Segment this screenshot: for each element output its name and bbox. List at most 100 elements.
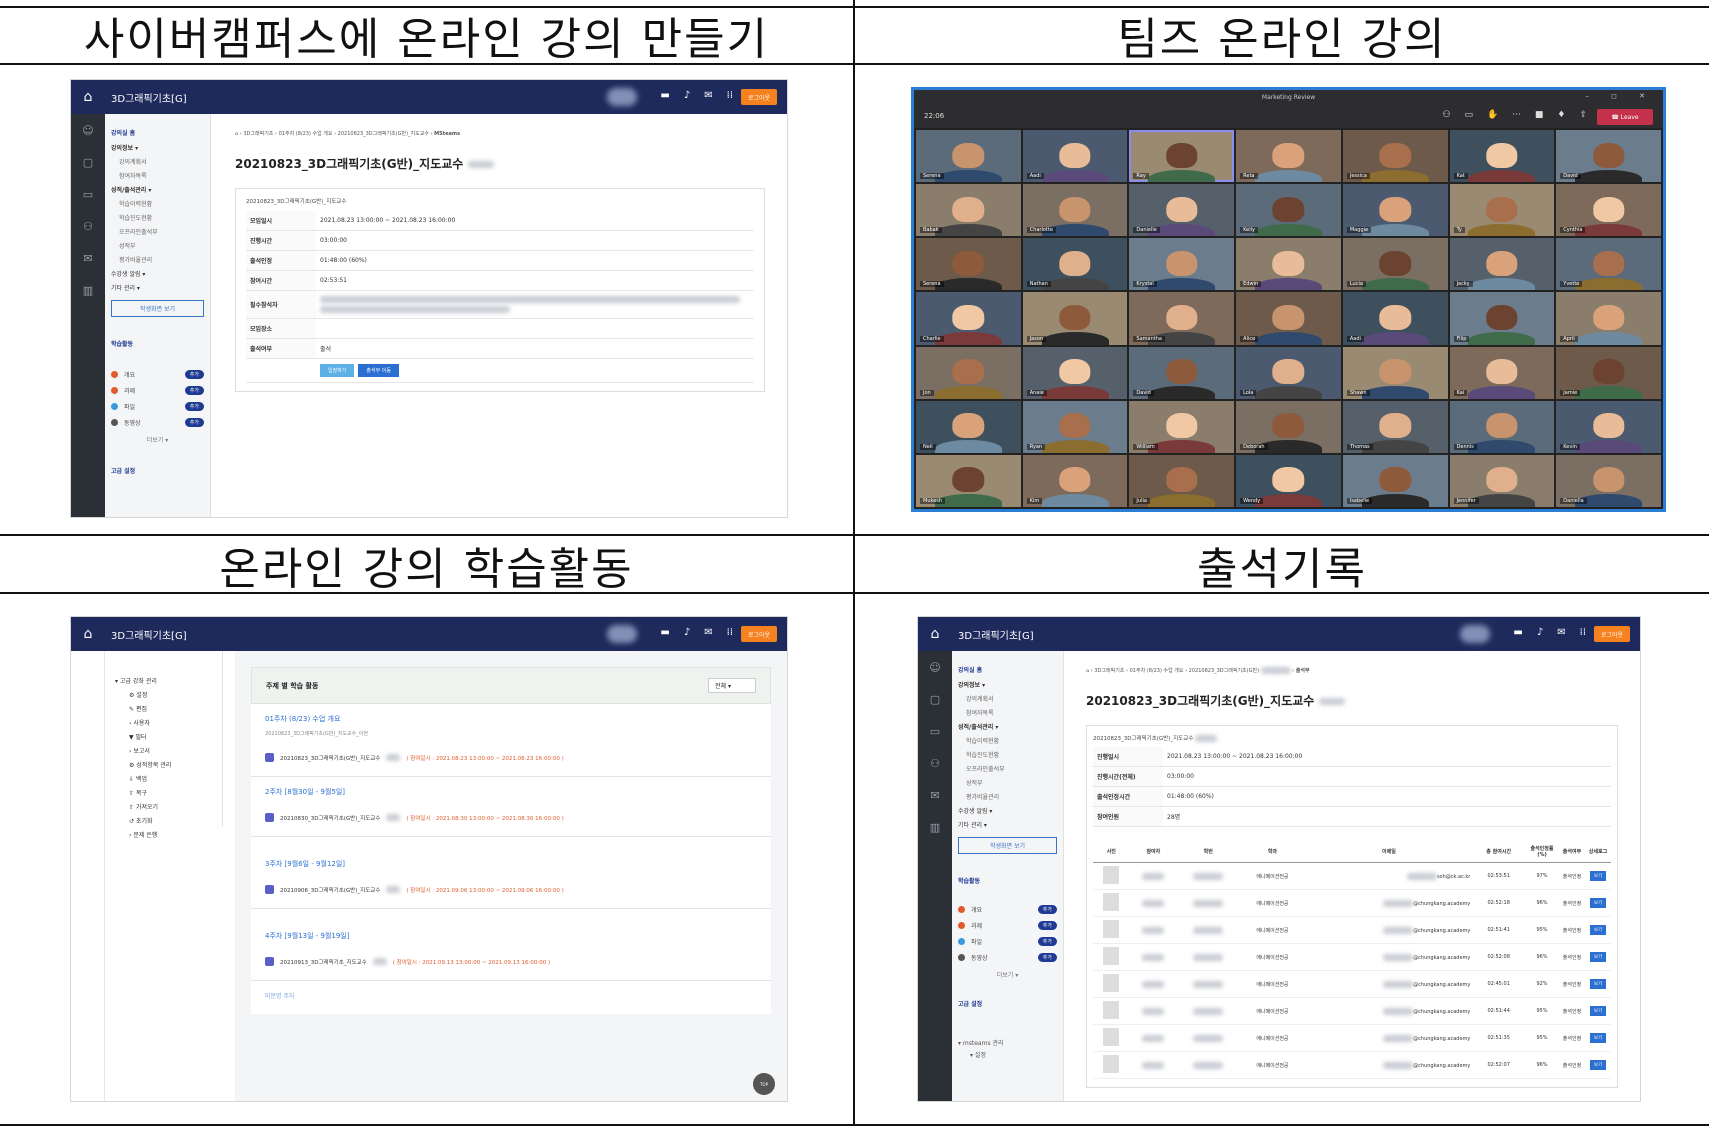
view-log-button[interactable]: 보기 — [1589, 952, 1607, 962]
more-button[interactable]: 더보기 ▾ — [111, 435, 204, 444]
participant-video-tile[interactable]: Charlotte — [1022, 184, 1128, 237]
participant-video-tile[interactable]: Kevin — [1556, 400, 1661, 453]
sidebar-item[interactable]: 성적/출석관리 ▾ — [111, 185, 204, 194]
tree-item[interactable]: ⚙ 성적항목 관리 — [129, 760, 216, 769]
participant-video-tile[interactable]: Jon — [916, 346, 1021, 399]
sidebar-item[interactable]: 오프라인출석부 — [966, 764, 1057, 773]
participant-video-tile[interactable]: Shawn — [1342, 346, 1448, 399]
activity-video[interactable]: 동영상 추가 — [958, 953, 1057, 962]
participant-video-tile[interactable]: Jennifer — [1449, 454, 1555, 507]
logout-button[interactable]: 로그아웃 — [741, 626, 777, 642]
participant-video-tile[interactable]: Jason — [1022, 292, 1128, 345]
add-button[interactable]: 추가 — [184, 370, 204, 379]
bell-icon[interactable]: ♪ — [684, 90, 690, 101]
sidebar-item[interactable]: 학습이력현황 — [966, 736, 1057, 745]
tree-item[interactable]: ▼ 필터 — [129, 732, 216, 741]
participant-video-tile[interactable]: Alice — [1236, 292, 1341, 345]
add-button[interactable]: 추가 — [1037, 937, 1057, 946]
tree-item[interactable]: ⇧ 복구 — [129, 788, 216, 797]
users-icon[interactable]: ☺ — [918, 651, 952, 683]
add-button[interactable]: 추가 — [1037, 953, 1057, 962]
participant-video-tile[interactable]: Serena — [916, 238, 1021, 291]
home-icon[interactable]: ⌂ — [918, 617, 952, 651]
sidebar-item[interactable]: 강의정보 ▾ — [111, 143, 204, 152]
book-icon[interactable]: ▭ — [71, 178, 105, 210]
tree-item[interactable]: ✎ 편집 — [129, 704, 216, 713]
notes-icon[interactable]: ▢ — [918, 683, 952, 715]
tree-item[interactable]: ⇧ 가져오기 — [129, 802, 216, 811]
chat-icon[interactable]: ▭ — [1465, 110, 1474, 120]
teams-activity[interactable]: 20210906_3D그래픽기초(G반)_지도교수( 참여일시 : 2021.0… — [265, 885, 757, 894]
participant-video-tile[interactable]: Ryan — [1022, 400, 1128, 453]
mail-icon[interactable]: ✉ — [71, 242, 105, 274]
mail-icon[interactable]: ✉ — [1557, 627, 1565, 638]
raise-hand-icon[interactable]: ✋ — [1487, 110, 1498, 120]
teams-activity[interactable]: 20210823_3D그래픽기초(G반)_지도교수( 참여일시 : 2021.0… — [265, 753, 757, 762]
message-icon[interactable]: ▬ — [1513, 627, 1522, 638]
sidebar-item[interactable]: 학습진도현황 — [119, 213, 204, 222]
participant-video-tile[interactable]: Samantha — [1129, 292, 1235, 345]
participant-video-tile[interactable]: Jacky — [1449, 238, 1555, 291]
breadcrumb-item[interactable]: 01주차 (8/23) 수업 개요 — [1130, 668, 1184, 674]
view-log-button[interactable]: 보기 — [1589, 1060, 1607, 1070]
camera-icon[interactable]: ■ — [1535, 110, 1544, 120]
home-icon[interactable]: ⌂ — [71, 80, 105, 114]
sidebar-home[interactable]: 강의실 홈 — [111, 128, 204, 137]
msteams-setting[interactable]: ▾ 설정 — [970, 1050, 1057, 1059]
participant-video-tile[interactable]: Aadi — [1342, 292, 1448, 345]
participant-video-tile[interactable]: Lucia — [1342, 238, 1448, 291]
participant-video-tile[interactable]: Edwin — [1236, 238, 1341, 291]
participant-video-tile[interactable]: William — [1129, 400, 1235, 453]
participant-video-tile[interactable]: Kelly — [1236, 184, 1341, 237]
sidebar-home[interactable]: 강의실 홈 — [958, 665, 1057, 674]
student-view-button[interactable]: 학생화면 보기 — [958, 837, 1057, 854]
sidebar-item[interactable]: 성적/출석관리 ▾ — [958, 722, 1057, 731]
participant-video-tile[interactable]: Anaie — [1022, 346, 1128, 399]
student-view-button[interactable]: 학생화면 보기 — [111, 300, 204, 317]
advanced-settings[interactable]: 고급 설정 — [111, 466, 204, 475]
tree-item[interactable]: › 문제 은행 — [129, 830, 216, 839]
apps-icon[interactable]: ⁞⁞ — [727, 627, 733, 638]
participant-video-tile[interactable]: Filip — [1449, 292, 1555, 345]
add-button[interactable]: 추가 — [184, 418, 204, 427]
participant-video-tile[interactable]: Mukesh — [916, 454, 1021, 507]
more-button[interactable]: 더보기 ▾ — [958, 970, 1057, 979]
participant-video-tile[interactable]: Wendy — [1236, 454, 1341, 507]
scroll-top-button[interactable]: TOP — [753, 1073, 775, 1095]
mail-icon[interactable]: ✉ — [918, 779, 952, 811]
filter-select[interactable]: 전체 ▾ — [708, 678, 756, 693]
participant-video-tile[interactable]: David — [1129, 346, 1235, 399]
week-title[interactable]: 4주차 [9월13일 - 9월19일] — [265, 931, 757, 941]
breadcrumb-item[interactable]: 3D그래픽기초 — [243, 131, 273, 137]
sidebar-item[interactable]: 성적부 — [966, 778, 1057, 787]
participant-video-tile[interactable]: Reta — [1236, 130, 1341, 183]
library-icon[interactable]: ▥ — [918, 811, 952, 843]
activity-overview[interactable]: 개요 추가 — [111, 370, 204, 379]
participant-video-tile[interactable]: Charlie — [916, 292, 1021, 345]
participant-video-tile[interactable]: Dennis — [1449, 400, 1555, 453]
bell-icon[interactable]: ♪ — [684, 627, 690, 638]
view-log-button[interactable]: 보기 — [1589, 925, 1607, 935]
msteams-mgmt[interactable]: ▾ msteams 관리 — [958, 1038, 1057, 1047]
participant-video-tile[interactable]: Deborah — [1236, 400, 1341, 453]
participant-video-tile[interactable]: Jessica — [1342, 130, 1448, 183]
tree-item[interactable]: ↺ 초기화 — [129, 816, 216, 825]
participant-video-tile[interactable]: Cynthia — [1556, 184, 1661, 237]
home-icon[interactable]: ⌂ — [1086, 668, 1089, 674]
group-icon[interactable]: ⚇ — [71, 210, 105, 242]
mic-icon[interactable]: ♦ — [1557, 110, 1565, 120]
book-icon[interactable]: ▭ — [918, 715, 952, 747]
sidebar-item[interactable]: 참여자목록 — [966, 708, 1057, 717]
more-icon[interactable]: ··· — [1512, 110, 1521, 120]
participant-video-tile[interactable]: Aadi — [1022, 130, 1128, 183]
sidebar-item[interactable]: 성적부 — [119, 241, 204, 250]
view-log-button[interactable]: 보기 — [1589, 1006, 1607, 1016]
add-button[interactable]: 추가 — [1037, 921, 1057, 930]
message-icon[interactable]: ▬ — [660, 627, 669, 638]
view-log-button[interactable]: 보기 — [1589, 979, 1607, 989]
add-button[interactable]: 추가 — [1037, 905, 1057, 914]
mail-icon[interactable]: ✉ — [704, 627, 712, 638]
avatar[interactable] — [1460, 625, 1490, 643]
apps-icon[interactable]: ⁞⁞ — [727, 90, 733, 101]
sidebar-item[interactable]: 평가비율관리 — [119, 255, 204, 264]
